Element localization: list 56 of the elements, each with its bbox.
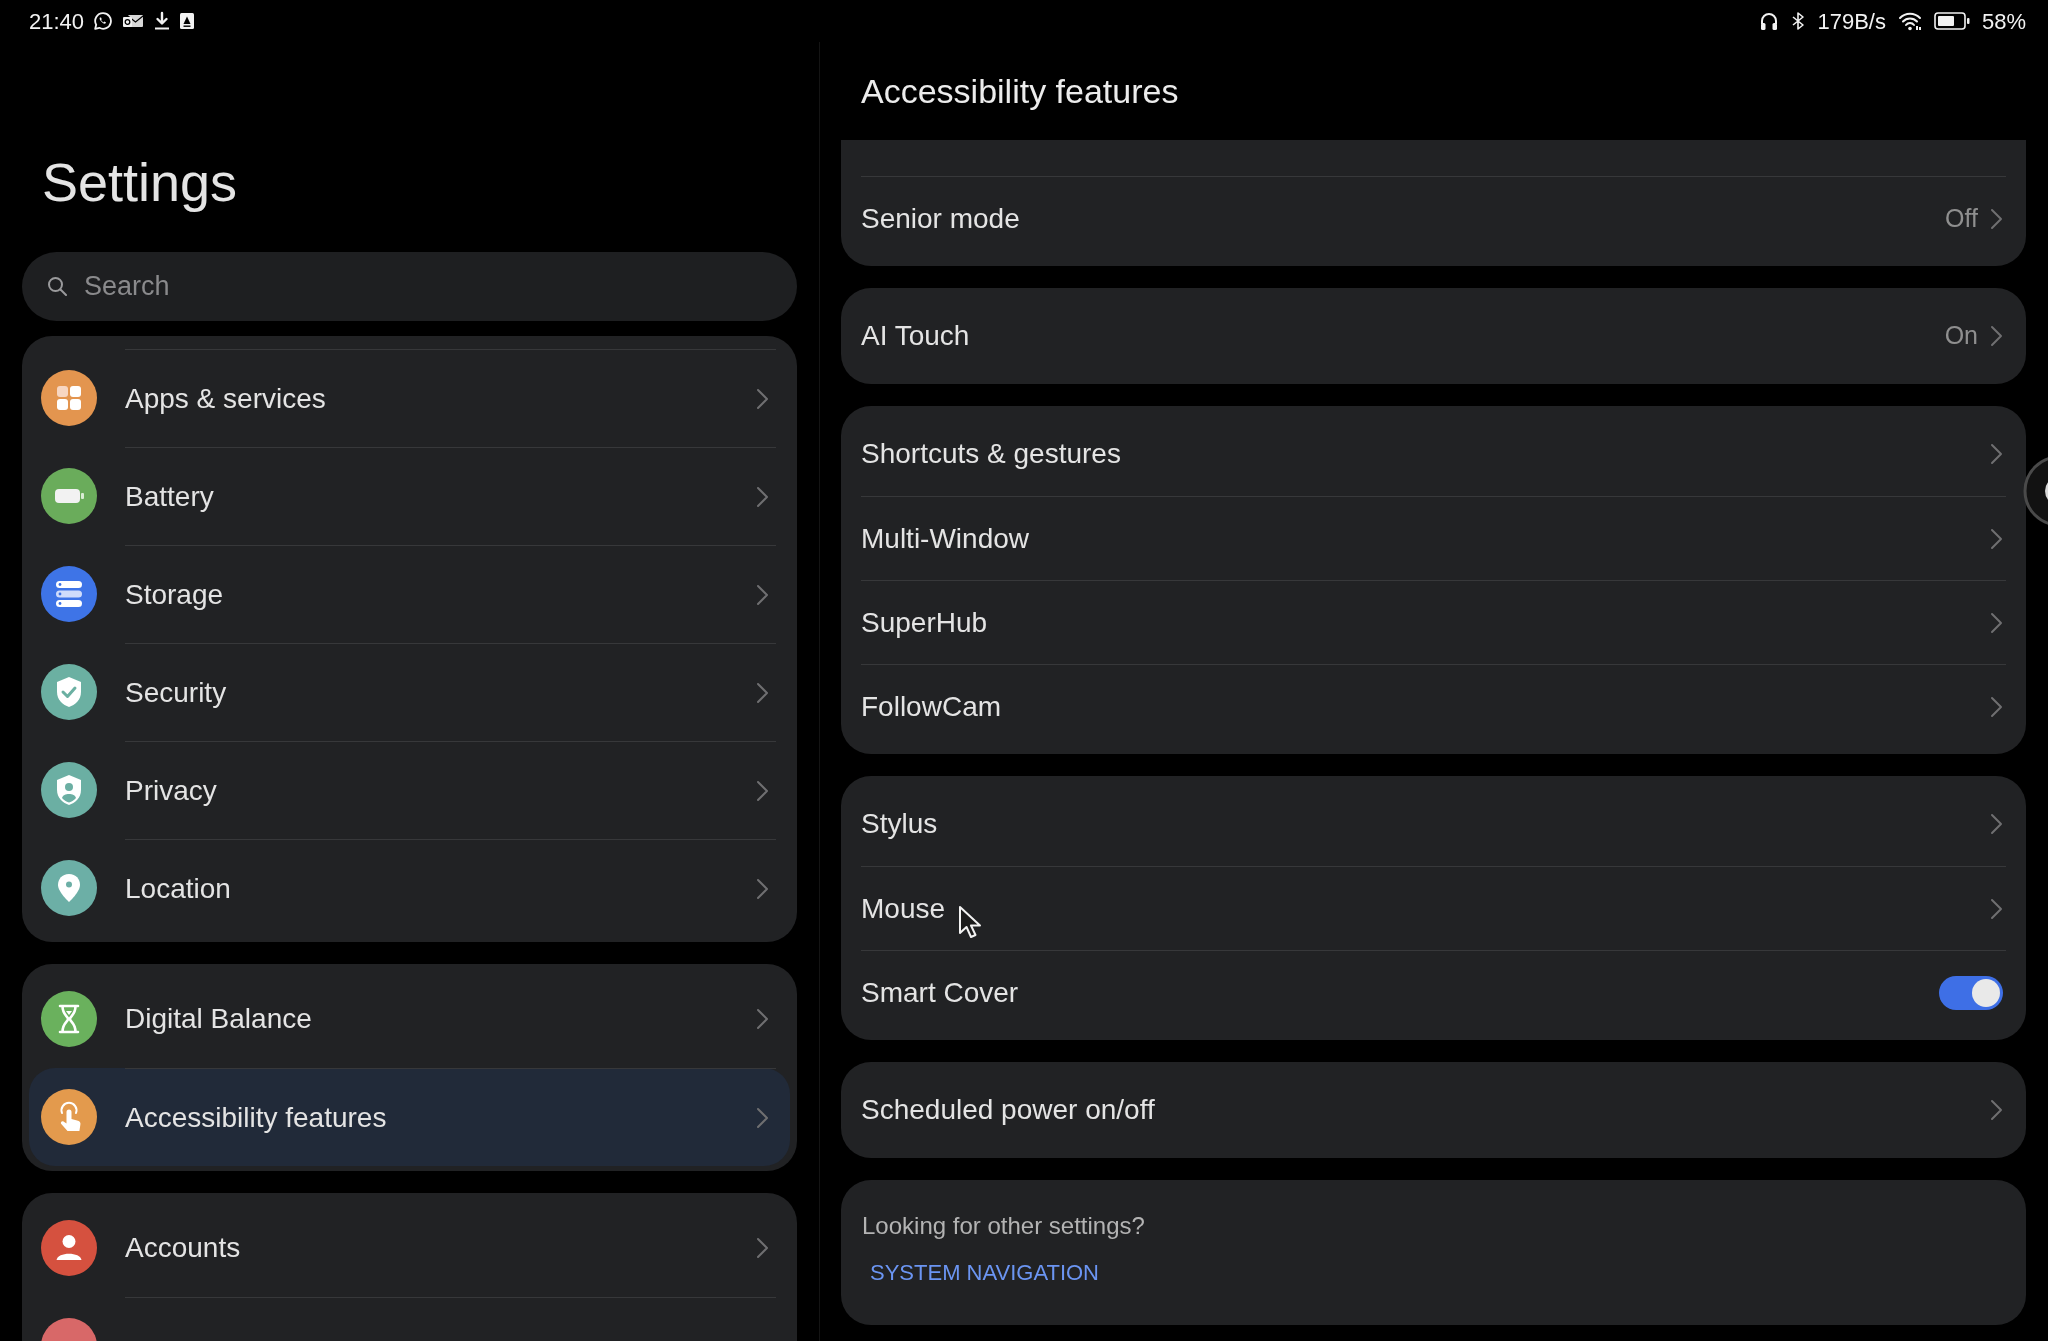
settings-row[interactable]: Scheduled power on/off	[841, 1068, 2026, 1152]
sidebar-item[interactable]: Accounts	[29, 1199, 790, 1297]
value-text: Off	[1945, 202, 1978, 234]
chevron-right-icon	[756, 485, 769, 508]
cursor-icon	[958, 905, 982, 939]
settings-row[interactable]: Shortcuts & gestures	[841, 412, 2026, 496]
value-text: On	[1944, 320, 1978, 352]
toggle-switch[interactable]	[1939, 975, 2003, 1010]
search-icon	[47, 276, 67, 296]
network-speed-text: 179B/s	[1817, 7, 1886, 36]
chevron-right-icon	[1990, 695, 2003, 718]
settings-row[interactable]: Stylus	[841, 782, 2026, 866]
chevron-right-icon	[1990, 527, 2003, 550]
battery-percent: 58%	[1981, 7, 2026, 36]
chevron-right-icon	[756, 1106, 769, 1129]
text-link[interactable]: SYSTEM NAVIGATION	[870, 1256, 1099, 1289]
chevron-right-icon	[756, 583, 769, 606]
sidebar-item[interactable]: Storage	[29, 545, 790, 643]
wifi-icon	[1897, 11, 1922, 31]
sidebar-item[interactable]: Battery	[29, 447, 790, 545]
chevron-right-icon	[1990, 443, 2003, 465]
bluetooth-icon	[1791, 11, 1806, 31]
sidebar-item[interactable]: Security	[29, 643, 790, 741]
tile-icon	[180, 13, 195, 29]
sidebar-item[interactable]: Location	[29, 839, 790, 937]
sidebar-item[interactable]: Accessibility features	[29, 1068, 790, 1166]
chevron-right-icon	[756, 1237, 769, 1259]
chat-bubble-icon	[93, 11, 114, 31]
setting-label: Smart Cover	[861, 975, 1020, 1010]
chevron-right-icon	[756, 779, 769, 802]
envelope-icon	[122, 12, 145, 30]
chevron-right-icon	[756, 877, 769, 900]
sidebar-item[interactable]: Digital Balance	[29, 970, 790, 1068]
settings-row[interactable]: SuperHub	[841, 580, 2026, 664]
chevron-right-icon	[756, 681, 769, 704]
chevron-right-icon	[1990, 325, 2003, 347]
chevron-right-icon	[756, 1008, 769, 1030]
sidebar-item[interactable]: Apps & services	[29, 349, 790, 447]
settings-row[interactable]: Senior mode Off	[841, 176, 2026, 260]
headphones-icon	[1759, 11, 1780, 31]
chevron-right-icon	[1990, 1099, 2003, 1121]
chevron-right-icon	[1990, 611, 2003, 634]
battery-icon	[1933, 12, 1970, 30]
chevron-right-icon	[1990, 207, 2003, 230]
chevron-right-icon	[1990, 897, 2003, 920]
page-title: Settings	[42, 151, 239, 214]
chevron-right-icon	[756, 387, 769, 410]
download-icon	[153, 11, 172, 31]
suggestion-text: Looking for other settings?	[862, 1211, 1146, 1241]
settings-row[interactable]: FollowCam	[841, 664, 2026, 748]
settings-row[interactable]: Multi-Window	[841, 496, 2026, 580]
search-field[interactable]: Search	[22, 252, 797, 321]
sidebar-item[interactable]: Privacy	[29, 741, 790, 839]
status-time: 21:40	[29, 7, 85, 36]
settings-row[interactable]: AI Touch On	[841, 294, 2026, 378]
chevron-right-icon	[1990, 813, 2003, 835]
